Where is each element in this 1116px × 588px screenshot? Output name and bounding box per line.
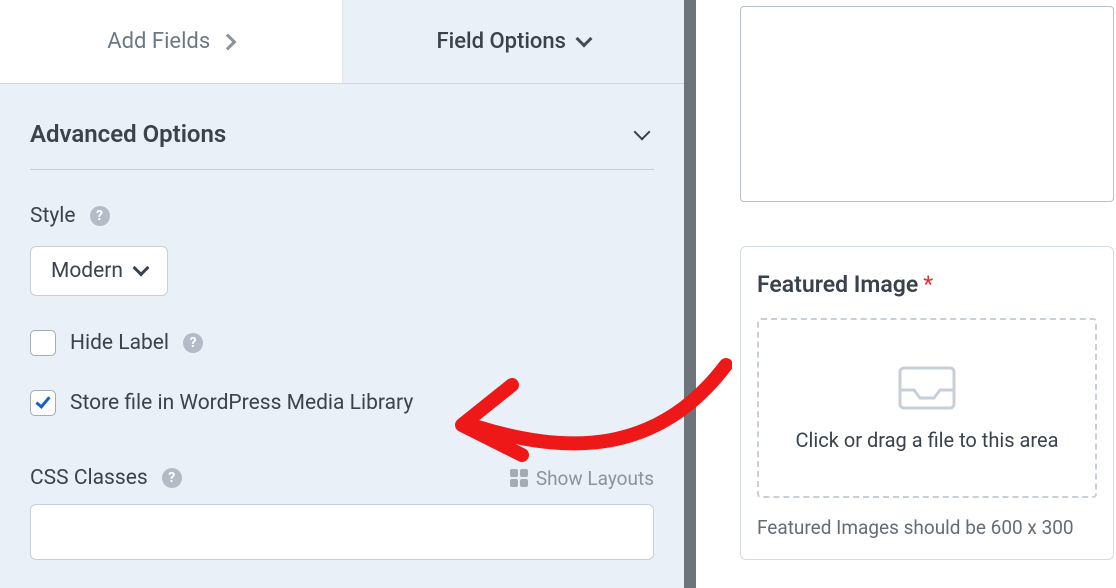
store-media-row: Store file in WordPress Media Library [30,390,654,416]
help-icon[interactable]: ? [183,333,203,353]
grid-icon [510,469,528,487]
store-media-checkbox[interactable] [30,390,56,416]
style-label: Style [30,204,76,228]
tab-field-options[interactable]: Field Options [343,0,685,83]
css-classes-row: CSS Classes ? Show Layouts [30,466,654,490]
required-asterisk: * [923,271,933,298]
css-classes-label: CSS Classes [30,466,148,490]
help-icon[interactable]: ? [162,468,182,488]
featured-image-title-row: Featured Image* [757,271,1097,298]
hide-label-text: Hide Label [70,331,169,355]
hide-label-checkbox[interactable] [30,330,56,356]
help-icon[interactable]: ? [90,206,110,226]
panel-divider[interactable] [684,0,696,588]
advanced-options-title: Advanced Options [30,120,226,148]
tabs-bar: Add Fields Field Options [0,0,684,84]
featured-image-hint: Featured Images should be 600 x 300 [757,516,1097,539]
hide-label-row: Hide Label ? [30,330,654,356]
file-upload-dropzone[interactable]: Click or drag a file to this area [757,318,1097,498]
advanced-options-section: Advanced Options Style ? Modern Hide Lab… [0,98,684,560]
featured-image-title: Featured Image [757,271,918,298]
style-selected-value: Modern [51,259,123,283]
style-select[interactable]: Modern [30,246,168,296]
chevron-down-icon [634,123,651,140]
chevron-down-icon [133,260,150,277]
chevron-down-icon [576,30,593,47]
dropzone-text: Click or drag a file to this area [796,428,1059,452]
store-media-text: Store file in WordPress Media Library [70,391,413,415]
settings-panel: Add Fields Field Options Advanced Option… [0,0,684,588]
upload-tray-icon [898,364,956,412]
chevron-right-icon [220,33,237,50]
style-label-row: Style ? [30,204,654,228]
featured-image-field: Featured Image* Click or drag a file to … [740,246,1114,560]
show-layouts-button[interactable]: Show Layouts [510,467,654,490]
css-classes-input[interactable] [30,504,654,560]
preview-empty-field[interactable] [740,6,1114,202]
tab-add-fields[interactable]: Add Fields [0,0,343,83]
advanced-options-toggle[interactable]: Advanced Options [30,98,654,170]
show-layouts-label: Show Layouts [536,467,654,490]
check-icon [35,393,50,409]
tab-field-options-label: Field Options [437,29,567,54]
preview-panel: Featured Image* Click or drag a file to … [696,0,1116,588]
tab-add-fields-label: Add Fields [107,29,210,54]
